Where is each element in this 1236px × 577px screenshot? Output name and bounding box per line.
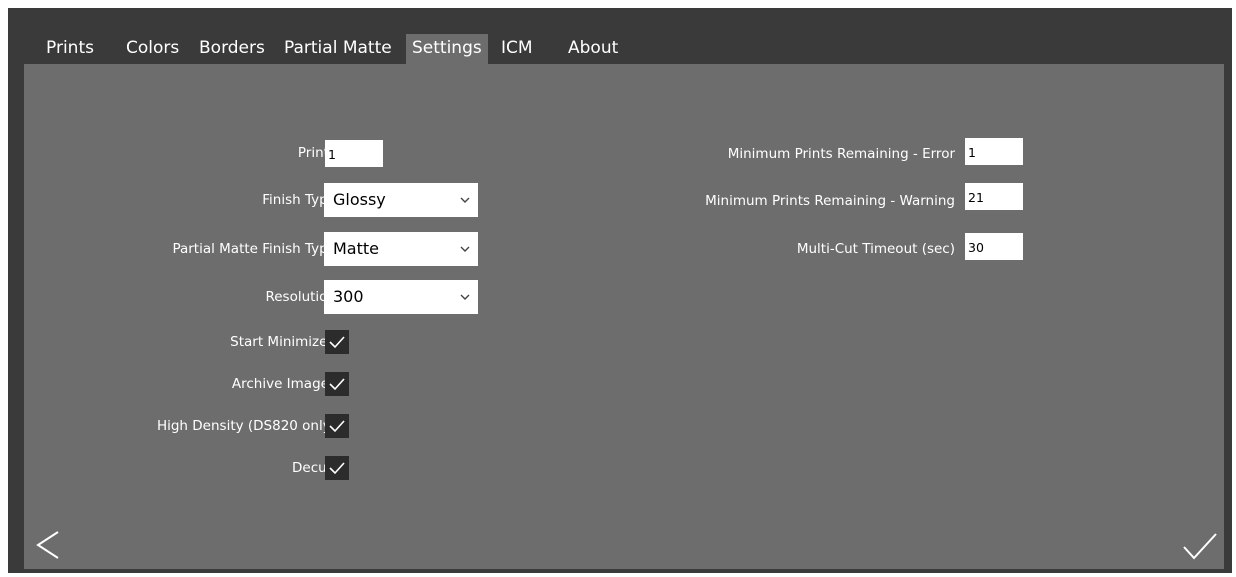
tab-borders[interactable]: Borders [193,34,271,64]
checkmark-icon [329,378,345,391]
multicut-timeout-input[interactable] [965,233,1023,260]
chevron-down-icon [460,197,470,203]
finish-type-select[interactable]: Glossy [324,183,478,217]
partial-matte-finish-type-select[interactable]: Matte [324,232,478,266]
prints-input[interactable] [325,140,383,167]
checkmark-icon [329,420,345,433]
tab-settings[interactable]: Settings [406,34,488,64]
tab-partial-matte[interactable]: Partial Matte [278,34,398,64]
archive-images-checkbox[interactable] [325,372,349,396]
partial-matte-finish-type-value: Matte [333,239,379,258]
chevron-down-icon [460,246,470,252]
tab-icm[interactable]: ICM [495,34,539,64]
chevron-down-icon [460,294,470,300]
resolution-value: 300 [333,287,364,306]
multicut-timeout-label: Multi-Cut Timeout (sec) [796,241,955,257]
decurl-checkbox[interactable] [325,456,349,480]
archive-images-label: Archive Images [231,376,336,392]
confirm-checkmark-icon[interactable] [1182,532,1218,562]
high-density-label: High Density (DS820 only) [156,418,336,434]
checkmark-icon [329,462,345,475]
app-window: Prints Colors Borders Partial Matte Sett… [8,8,1232,573]
min-prints-warning-label: Minimum Prints Remaining - Warning [705,193,955,209]
min-prints-warning-input[interactable] [965,183,1023,210]
settings-panel: Prints Finish Type Glossy Partial Matte … [24,64,1224,569]
start-minimized-checkbox[interactable] [325,330,349,354]
resolution-select[interactable]: 300 [324,280,478,314]
finish-type-value: Glossy [333,190,386,209]
min-prints-error-input[interactable] [965,138,1023,165]
start-minimized-label: Start Minimized [230,334,336,350]
tab-colors[interactable]: Colors [120,34,185,64]
back-chevron-left-icon[interactable] [34,528,62,562]
high-density-checkbox[interactable] [325,414,349,438]
partial-matte-finish-type-label: Partial Matte Finish Type [172,241,336,257]
tab-about[interactable]: About [562,34,624,64]
min-prints-error-label: Minimum Prints Remaining - Error [727,146,955,162]
checkmark-icon [329,336,345,349]
tab-prints[interactable]: Prints [40,34,100,64]
